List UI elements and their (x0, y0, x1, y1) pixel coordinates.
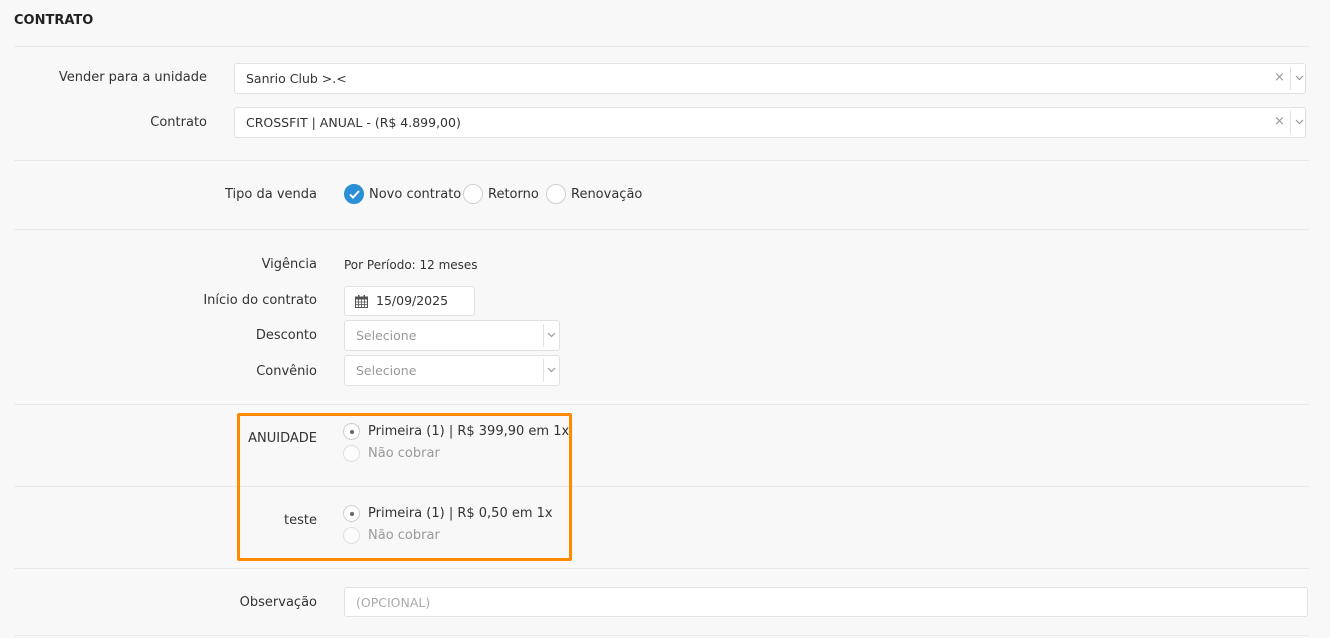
divider (14, 486, 1309, 487)
contrato-label: Contrato (150, 115, 207, 130)
radio-novo-contrato[interactable]: Novo contrato (344, 184, 461, 204)
divider (14, 46, 1309, 47)
radio-label: Retorno (488, 186, 539, 202)
clear-icon[interactable]: × (1274, 70, 1285, 85)
clear-icon[interactable]: × (1274, 114, 1285, 129)
convenio-label: Convênio (256, 364, 317, 379)
unidade-label: Vender para a unidade (58, 70, 207, 85)
select-separator (1290, 111, 1291, 134)
vigencia-value: Por Período: 12 meses (344, 258, 478, 272)
convenio-placeholder: Selecione (356, 363, 417, 378)
unidade-select[interactable]: Sanrio Club >.< × (234, 63, 1306, 94)
contrato-select[interactable]: CROSSFIT | ANUAL - (R$ 4.899,00) × (234, 107, 1306, 138)
chevron-down-icon[interactable] (1295, 119, 1304, 126)
radio-checked-icon[interactable] (344, 184, 364, 204)
select-separator (543, 359, 544, 382)
divider (14, 160, 1309, 161)
tipo-venda-label: Tipo da venda (225, 187, 317, 202)
chevron-down-icon[interactable] (547, 367, 556, 374)
observacao-input[interactable] (344, 587, 1308, 617)
radio-unchecked-icon[interactable] (463, 184, 483, 204)
divider (14, 229, 1309, 230)
highlight-box (237, 413, 572, 561)
divider (14, 635, 1309, 636)
convenio-select[interactable]: Selecione (344, 355, 560, 386)
vigencia-label: Vigência (261, 257, 317, 272)
inicio-date-value: 15/09/2025 (376, 293, 449, 308)
divider (14, 404, 1309, 405)
chevron-down-icon[interactable] (547, 332, 556, 339)
calendar-icon (355, 295, 368, 312)
desconto-label: Desconto (255, 328, 317, 343)
radio-renovacao[interactable]: Renovação (546, 184, 642, 204)
radio-retorno[interactable]: Retorno (463, 184, 539, 204)
radio-label: Renovação (571, 186, 643, 202)
contrato-value: CROSSFIT | ANUAL - (R$ 4.899,00) (246, 115, 461, 130)
divider (14, 568, 1309, 569)
select-separator (543, 324, 544, 347)
inicio-date-input[interactable]: 15/09/2025 (344, 286, 475, 316)
observacao-label: Observação (239, 595, 317, 610)
chevron-down-icon[interactable] (1295, 75, 1304, 82)
unidade-value: Sanrio Club >.< (246, 71, 347, 86)
desconto-placeholder: Selecione (356, 328, 417, 343)
radio-label: Novo contrato (369, 186, 462, 202)
desconto-select[interactable]: Selecione (344, 320, 560, 351)
inicio-label: Início do contrato (203, 293, 317, 308)
radio-unchecked-icon[interactable] (546, 184, 566, 204)
section-title: CONTRATO (14, 13, 94, 28)
select-separator (1290, 67, 1291, 90)
